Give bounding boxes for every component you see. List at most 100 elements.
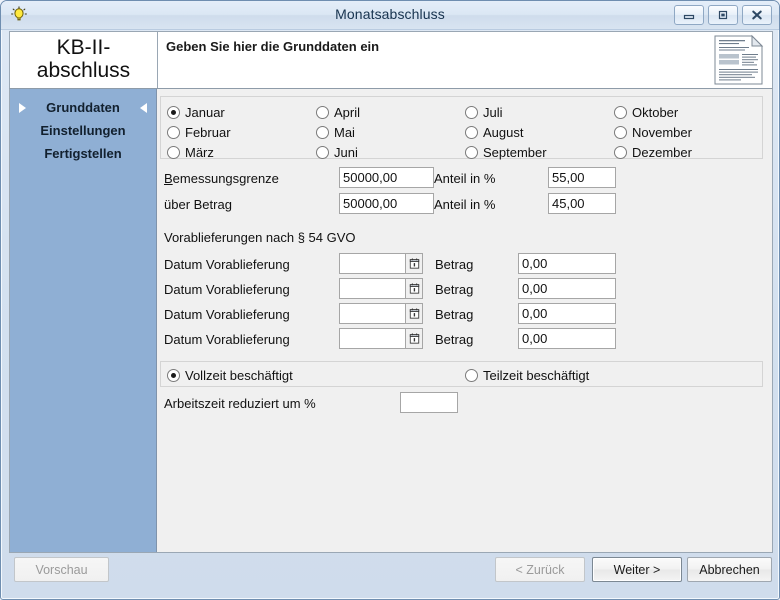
radio-indicator — [465, 125, 478, 139]
vorablieferung-date-input-4[interactable] — [339, 328, 423, 349]
month-column-3: Juli August September — [465, 102, 547, 162]
vorablieferung-amount-input-2[interactable]: 0,00 — [518, 278, 616, 299]
window-title: Monatsabschluss — [335, 6, 445, 22]
radio-mai[interactable]: Mai — [316, 122, 360, 142]
document-report-icon — [712, 34, 766, 86]
radio-februar[interactable]: Februar — [167, 122, 231, 142]
radio-teilzeit[interactable]: Teilzeit beschäftigt — [465, 365, 589, 385]
anteil-label-2: Anteil in % — [434, 197, 496, 212]
calendar-icon[interactable] — [405, 279, 422, 298]
sidebar-item-fertigstellen[interactable]: Fertigstellen — [10, 143, 156, 164]
radio-august[interactable]: August — [465, 122, 547, 142]
radio-label: Januar — [185, 104, 225, 120]
calendar-icon[interactable] — [405, 304, 422, 323]
radio-label: Mai — [334, 124, 355, 140]
radio-indicator — [465, 368, 478, 382]
close-icon — [752, 10, 762, 20]
cancel-button[interactable]: Abbrechen — [687, 557, 772, 582]
bemessungsgrenze-share-input[interactable]: 55,00 — [548, 167, 616, 188]
minimize-icon — [683, 14, 695, 20]
sidebar-item-label: Fertigstellen — [44, 146, 122, 161]
step-arrow-left-icon — [19, 103, 26, 113]
access-key: B — [164, 171, 173, 186]
vorablieferung-amount-input-1[interactable]: 0,00 — [518, 253, 616, 274]
sidebar-item-label: Grunddaten — [46, 100, 120, 115]
arbeitszeit-reduziert-label: Arbeitszeit reduziert um % — [164, 396, 316, 411]
vorablieferung-amount-input-3[interactable]: 0,00 — [518, 303, 616, 324]
betrag-label-3: Betrag — [435, 307, 474, 322]
radio-label: Juni — [334, 144, 358, 160]
bemessungsgrenze-label: Bemessungsgrenze — [164, 171, 279, 186]
bemessungsgrenze-amount-input[interactable]: 50000,00 — [339, 167, 434, 188]
radio-label: Vollzeit beschäftigt — [185, 367, 293, 383]
radio-september[interactable]: September — [465, 142, 547, 162]
betrag-label-1: Betrag — [435, 257, 474, 272]
radio-oktober[interactable]: Oktober — [614, 102, 692, 122]
radio-indicator — [167, 368, 180, 382]
anteil-label-1: Anteil in % — [434, 171, 496, 186]
radio-dezember[interactable]: Dezember — [614, 142, 692, 162]
window-controls — [674, 5, 772, 25]
radio-indicator — [167, 105, 180, 119]
radio-label: Oktober — [632, 104, 679, 120]
page-title: Geben Sie hier die Grunddaten ein — [166, 39, 380, 54]
step-arrow-right-icon — [140, 103, 147, 113]
radio-label: Februar — [185, 124, 231, 140]
radio-label: Juli — [483, 104, 503, 120]
sidebar-item-einstellungen[interactable]: Einstellungen — [10, 120, 156, 141]
radio-november[interactable]: November — [614, 122, 692, 142]
vorablieferung-date-input-2[interactable] — [339, 278, 423, 299]
calendar-icon[interactable] — [405, 254, 422, 273]
radio-vollzeit[interactable]: Vollzeit beschäftigt — [167, 365, 293, 385]
vorablieferung-amount-input-4[interactable]: 0,00 — [518, 328, 616, 349]
sidebar-item-grunddaten[interactable]: Grunddaten — [10, 97, 156, 118]
dialog-body: Grunddaten Einstellungen Fertigstellen J… — [9, 89, 773, 553]
betrag-label-4: Betrag — [435, 332, 474, 347]
betrag-label-2: Betrag — [435, 282, 474, 297]
radio-juni[interactable]: Juni — [316, 142, 360, 162]
radio-juli[interactable]: Juli — [465, 102, 547, 122]
radio-label: November — [632, 124, 692, 140]
form-pane: Januar Februar März April Mai Juni Juli … — [157, 89, 772, 552]
wizard-sidebar: Grunddaten Einstellungen Fertigstellen — [10, 89, 157, 552]
arbeitszeit-reduziert-input[interactable] — [400, 392, 458, 413]
brand-title: KB-II-abschluss — [10, 32, 158, 88]
preview-button[interactable]: Vorschau — [14, 557, 109, 582]
back-button[interactable]: < Zurück — [495, 557, 585, 582]
radio-indicator — [465, 145, 478, 159]
sidebar-item-label: Einstellungen — [40, 123, 126, 138]
radio-april[interactable]: April — [316, 102, 360, 122]
radio-label: April — [334, 104, 361, 120]
minimize-button[interactable] — [674, 5, 704, 25]
radio-label: September — [483, 144, 547, 160]
header-main: Geben Sie hier die Grunddaten ein — [158, 32, 772, 88]
close-button[interactable] — [742, 5, 772, 25]
ueber-betrag-share-input[interactable]: 45,00 — [548, 193, 616, 214]
next-button[interactable]: Weiter > — [592, 557, 682, 582]
calendar-icon[interactable] — [405, 329, 422, 348]
employment-type-group: Vollzeit beschäftigt Teilzeit beschäftig… — [160, 361, 763, 387]
vorablieferungen-section-title: Vorablieferungen nach § 54 GVO — [164, 230, 356, 245]
vorablieferung-date-input-3[interactable] — [339, 303, 423, 324]
vorablieferung-date-input-1[interactable] — [339, 253, 423, 274]
app-root: Monatsabschluss KB-II-abschluss Geben Si… — [0, 0, 780, 600]
date-value — [340, 304, 405, 323]
month-column-2: April Mai Juni — [316, 102, 360, 162]
radio-label: März — [185, 144, 214, 160]
maximize-button[interactable] — [708, 5, 738, 25]
radio-maerz[interactable]: März — [167, 142, 231, 162]
radio-indicator — [316, 145, 329, 159]
dialog-window: Monatsabschluss KB-II-abschluss Geben Si… — [0, 0, 780, 600]
radio-label: Teilzeit beschäftigt — [483, 367, 590, 383]
month-selection-group: Januar Februar März April Mai Juni Juli … — [160, 96, 763, 162]
month-column-4: Oktober November Dezember — [614, 102, 692, 162]
dialog-footer: Vorschau < Zurück Weiter > Abbrechen — [9, 553, 773, 593]
month-column-1: Januar Februar März — [167, 102, 231, 162]
radio-indicator — [614, 125, 627, 139]
radio-label: Dezember — [632, 144, 692, 160]
radio-indicator — [614, 145, 627, 159]
date-value — [340, 329, 405, 348]
radio-januar[interactable]: Januar — [167, 102, 231, 122]
ueber-betrag-amount-input[interactable]: 50000,00 — [339, 193, 434, 214]
radio-indicator — [316, 105, 329, 119]
